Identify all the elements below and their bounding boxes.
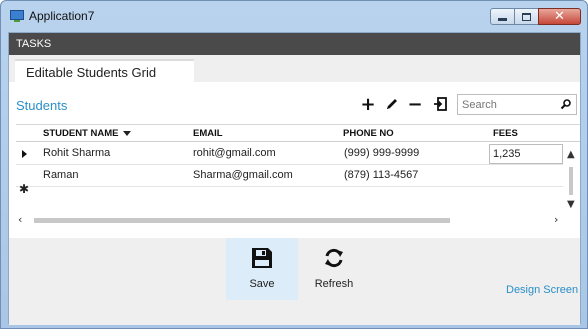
horizontal-scroll-thumb[interactable] — [34, 218, 450, 223]
minimize-button[interactable] — [490, 8, 515, 25]
refresh-icon — [325, 248, 343, 268]
sort-descending-icon — [123, 130, 132, 136]
export-icon[interactable] — [432, 96, 448, 112]
maximize-button[interactable] — [514, 8, 539, 25]
column-header-fees[interactable]: FEES — [493, 128, 518, 139]
fees-value: 1,235 — [493, 148, 521, 160]
title-bar[interactable]: Application7 ✕ — [1, 1, 587, 32]
window-title: Application7 — [29, 9, 95, 23]
current-row-indicator-icon — [22, 150, 27, 158]
window-controls: ✕ — [490, 8, 581, 25]
save-icon — [252, 248, 272, 268]
column-header-email[interactable]: EMAIL — [193, 128, 223, 139]
tab-editable-students-grid[interactable]: Editable Students Grid — [15, 59, 194, 82]
section-title: Students — [16, 98, 68, 113]
horizontal-scrollbar[interactable]: ‹ › — [16, 213, 565, 227]
close-icon: ✕ — [554, 9, 565, 24]
minimize-icon — [498, 17, 507, 21]
cell-student-name[interactable]: Raman — [43, 169, 78, 181]
search-icon[interactable] — [560, 98, 572, 110]
tab-strip: Editable Students Grid — [9, 55, 580, 82]
edit-icon[interactable] — [384, 96, 400, 112]
new-row-icon[interactable]: ✱ — [19, 182, 29, 196]
scroll-down-icon[interactable]: ▼ — [567, 199, 575, 210]
client-area: TASKS Editable Students Grid Students + … — [8, 32, 581, 325]
column-header-phone-no[interactable]: PHONE NO — [343, 128, 394, 139]
refresh-label: Refresh — [314, 278, 354, 290]
scroll-right-icon[interactable]: › — [554, 213, 558, 226]
design-screen-link[interactable]: Design Screen — [506, 284, 578, 296]
column-header-student-name[interactable]: STUDENT NAME — [43, 128, 132, 139]
cell-student-name[interactable]: Rohit Sharma — [43, 147, 110, 159]
vertical-scrollbar[interactable]: ▲ ▼ — [565, 149, 579, 213]
grid-header: STUDENT NAME EMAIL PHONE NO FEES — [16, 125, 580, 142]
save-button[interactable]: Save — [226, 238, 298, 300]
cell-phone-no[interactable]: (879) 113-4567 — [344, 169, 418, 181]
app-icon — [10, 10, 24, 22]
tasks-label: TASKS — [16, 38, 52, 50]
add-icon[interactable]: + — [360, 94, 376, 115]
tab-label: Editable Students Grid — [26, 65, 157, 80]
vertical-scroll-thumb[interactable] — [569, 167, 573, 195]
maximize-icon — [522, 12, 531, 21]
search-input[interactable] — [458, 95, 558, 114]
table-row[interactable]: Raman Sharma@gmail.com (879) 113-4567 — [16, 165, 563, 187]
cell-phone-no[interactable]: (999) 999-9999 — [344, 147, 419, 159]
search-box — [457, 94, 577, 115]
cell-email[interactable]: rohit@gmail.com — [193, 147, 276, 159]
scroll-left-icon[interactable]: ‹ — [18, 213, 22, 226]
refresh-button[interactable]: Refresh — [298, 238, 370, 300]
application-window: Application7 ✕ TASKS Editable Students G… — [0, 0, 588, 329]
save-label: Save — [249, 278, 275, 290]
cell-email[interactable]: Sharma@gmail.com — [193, 169, 293, 181]
remove-icon[interactable]: − — [407, 94, 423, 115]
footer-actions: Save Refresh Design Screen — [9, 238, 580, 300]
table-row[interactable]: Rohit Sharma rohit@gmail.com (999) 999-9… — [16, 143, 563, 165]
scroll-up-icon[interactable]: ▲ — [567, 149, 575, 160]
close-button[interactable]: ✕ — [538, 8, 581, 25]
fees-edit-field[interactable]: 1,235 — [489, 144, 563, 164]
tasks-bar: TASKS — [9, 33, 580, 55]
